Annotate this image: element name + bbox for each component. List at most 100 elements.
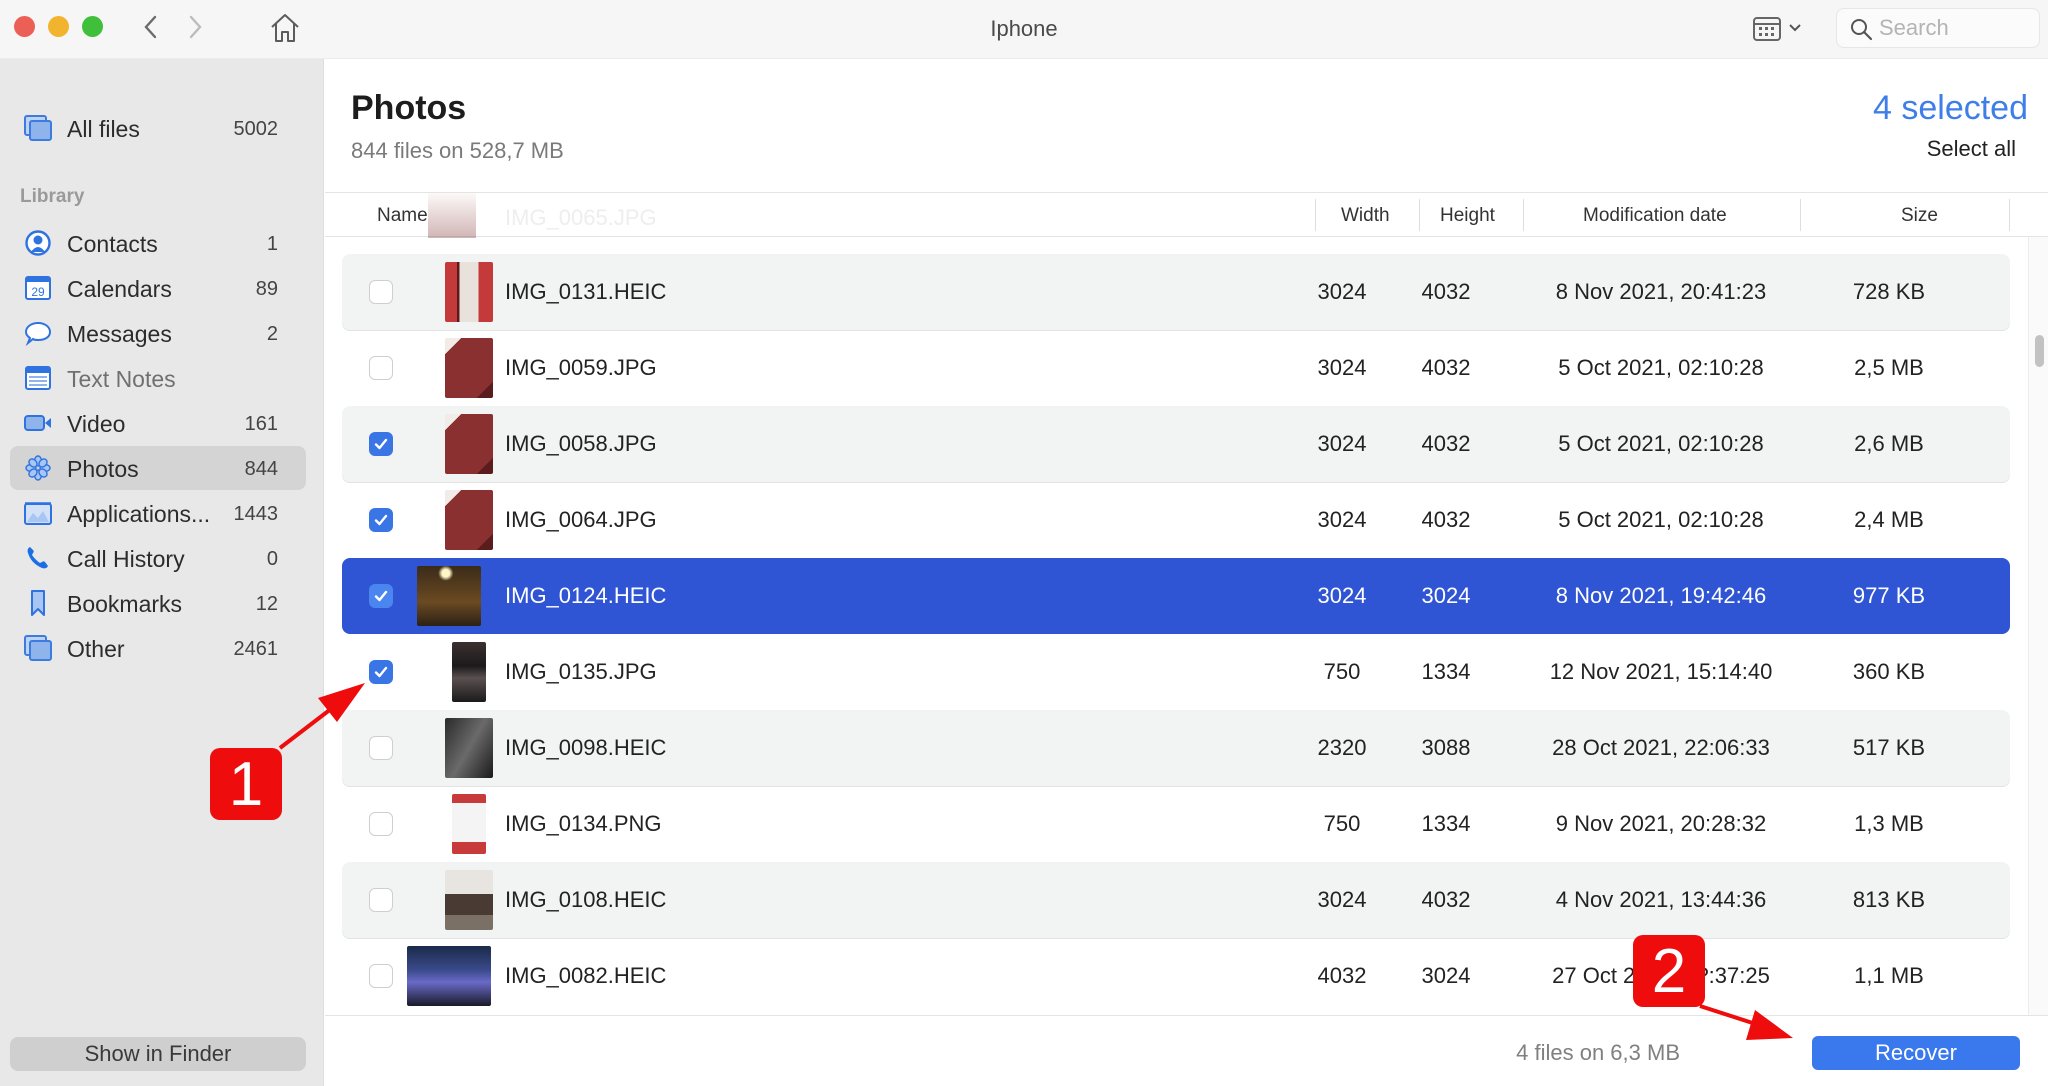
file-size: 2,4 MB [1854,507,1924,532]
table-row[interactable]: IMG_0134.PNG 750 1334 9 Nov 2021, 20:28:… [342,786,2010,862]
show-in-finder-button[interactable]: Show in Finder [10,1037,306,1071]
row-checkbox[interactable] [369,888,393,912]
file-size: 728 KB [1852,279,1926,304]
bookmark-icon [31,590,45,616]
column-name[interactable]: Name [377,205,428,227]
sidebar-item-call-history[interactable]: Call History 0 [10,536,306,580]
table-row[interactable]: IMG_0059.JPG 3024 4032 5 Oct 2021, 02:10… [342,330,2010,406]
main-panel: Photos 844 files on 528,7 MB 4 selected … [325,59,2048,1086]
checkmark-icon [374,666,388,678]
search-input[interactable] [1879,13,2029,43]
video-icon [24,415,51,431]
page-subtitle: 844 files on 528,7 MB [351,138,564,163]
column-separator[interactable] [1315,199,1316,231]
row-checkbox[interactable] [369,280,393,304]
file-date: 8 Nov 2021, 20:41:23 [1555,279,1767,304]
sidebar-item-bookmarks[interactable]: Bookmarks 12 [10,581,306,625]
recover-button[interactable]: Recover [1812,1036,2020,1070]
file-date: 5 Oct 2021, 02:10:28 [1558,507,1764,532]
phone-icon [27,547,48,569]
column-size[interactable]: Size [1901,205,1938,227]
file-date: 5 Oct 2021, 02:10:28 [1558,431,1764,456]
file-size: 813 KB [1852,887,1926,912]
row-checkbox[interactable] [369,964,393,988]
file-width: 4032 [1317,963,1367,988]
table-row-selected[interactable]: IMG_0124.HEIC 3024 3024 8 Nov 2021, 19:4… [342,558,2010,634]
bottom-bar: 4 files on 6,3 MB Recover [325,1015,2048,1086]
sidebar-item-text-notes[interactable]: Text Notes [10,356,306,400]
selection-summary: 4 files on 6,3 MB [1516,1040,1680,1065]
sidebar-item-photos[interactable]: Photos 844 [10,446,306,490]
table-row[interactable]: IMG_0098.HEIC 2320 3088 28 Oct 2021, 22:… [342,710,2010,786]
contact-icon [25,230,51,256]
title-bar: Iphone [0,0,2048,59]
photo-thumbnail [445,338,493,398]
sidebar-item-video[interactable]: Video 161 [10,401,306,445]
file-width: 3024 [1317,507,1367,532]
select-all-button[interactable]: Select all [1927,136,2016,162]
file-width: 3024 [1317,355,1367,380]
file-date: 5 Oct 2021, 02:10:28 [1558,355,1764,380]
file-date: 12 Nov 2021, 15:14:40 [1549,659,1773,684]
sidebar-item-calendars[interactable]: 29 Calendars 89 [10,266,306,310]
sidebar-item-label: Contacts [67,231,158,257]
sidebar-item-count: 89 [255,278,278,300]
file-width: 3024 [1317,583,1367,608]
table-row[interactable]: IMG_0131.HEIC 3024 4032 8 Nov 2021, 20:4… [342,254,2010,330]
notes-icon [25,366,51,390]
stack-icon [24,635,52,661]
file-size: 360 KB [1852,659,1926,684]
photo-thumbnail [445,718,493,778]
sidebar-item-label: Call History [67,546,185,572]
photo-thumbnail [452,794,486,854]
sidebar-item-applications[interactable]: Applications... 1443 [10,491,306,535]
row-checkbox[interactable] [369,812,393,836]
sidebar-item-count: 2461 [233,638,279,660]
file-name: IMG_0098.HEIC [505,735,667,760]
row-checkbox[interactable] [369,356,393,380]
file-height: 1334 [1421,659,1471,684]
sidebar-item-contacts[interactable]: Contacts 1 [10,221,306,265]
file-date: 28 Oct 2021, 22:06:33 [1552,735,1770,760]
column-width[interactable]: Width [1341,205,1390,227]
scrollbar-thumb[interactable] [2035,335,2044,367]
sidebar-item-label: Applications... [67,501,211,527]
row-checkbox[interactable] [369,736,393,760]
column-separator[interactable] [1523,199,1524,231]
page-title: Photos [351,89,467,127]
table-row[interactable]: IMG_0108.HEIC 3024 4032 4 Nov 2021, 13:4… [342,862,2010,938]
column-separator[interactable] [1419,199,1420,231]
file-size: 977 KB [1852,583,1926,608]
sidebar-item-label: Photos [67,456,139,482]
row-checkbox[interactable] [369,584,393,608]
file-width: 750 [1323,811,1361,836]
file-name: IMG_0108.HEIC [505,887,667,912]
sidebar-item-messages[interactable]: Messages 2 [10,311,306,355]
ghost-row-name: IMG_0065.JPG [505,205,657,230]
sidebar-item-all-files[interactable]: All files 5002 [10,106,306,150]
file-size: 1,1 MB [1854,963,1924,988]
view-mode-dropdown[interactable] [1752,14,1812,44]
file-size: 1,3 MB [1854,811,1924,836]
column-separator[interactable] [2009,199,2010,231]
column-modification-date[interactable]: Modification date [1583,205,1727,227]
row-checkbox[interactable] [369,660,393,684]
table-row[interactable]: IMG_0135.JPG 750 1334 12 Nov 2021, 15:14… [342,634,2010,710]
vertical-scrollbar[interactable] [2028,237,2048,1075]
file-name: IMG_0134.PNG [505,811,662,836]
applications-icon [24,502,52,525]
row-checkbox[interactable] [369,432,393,456]
file-date: 4 Nov 2021, 13:44:36 [1555,887,1767,912]
table-row[interactable]: IMG_0058.JPG 3024 4032 5 Oct 2021, 02:10… [342,406,2010,482]
column-header: IMG_0065.JPG Name Width Height Modificat… [325,192,2048,238]
column-separator[interactable] [1800,199,1801,231]
table-row[interactable]: IMG_0064.JPG 3024 4032 5 Oct 2021, 02:10… [342,482,2010,558]
search-field[interactable] [1836,8,2040,48]
photo-thumbnail [452,642,486,702]
column-height[interactable]: Height [1440,205,1495,227]
sidebar-item-count: 12 [255,593,278,615]
file-height: 3024 [1421,963,1471,988]
table-row[interactable]: IMG_0082.HEIC 4032 3024 27 Oct 2021, ??:… [342,938,2010,1014]
row-checkbox[interactable] [369,508,393,532]
sidebar-item-other[interactable]: Other 2461 [10,626,306,670]
